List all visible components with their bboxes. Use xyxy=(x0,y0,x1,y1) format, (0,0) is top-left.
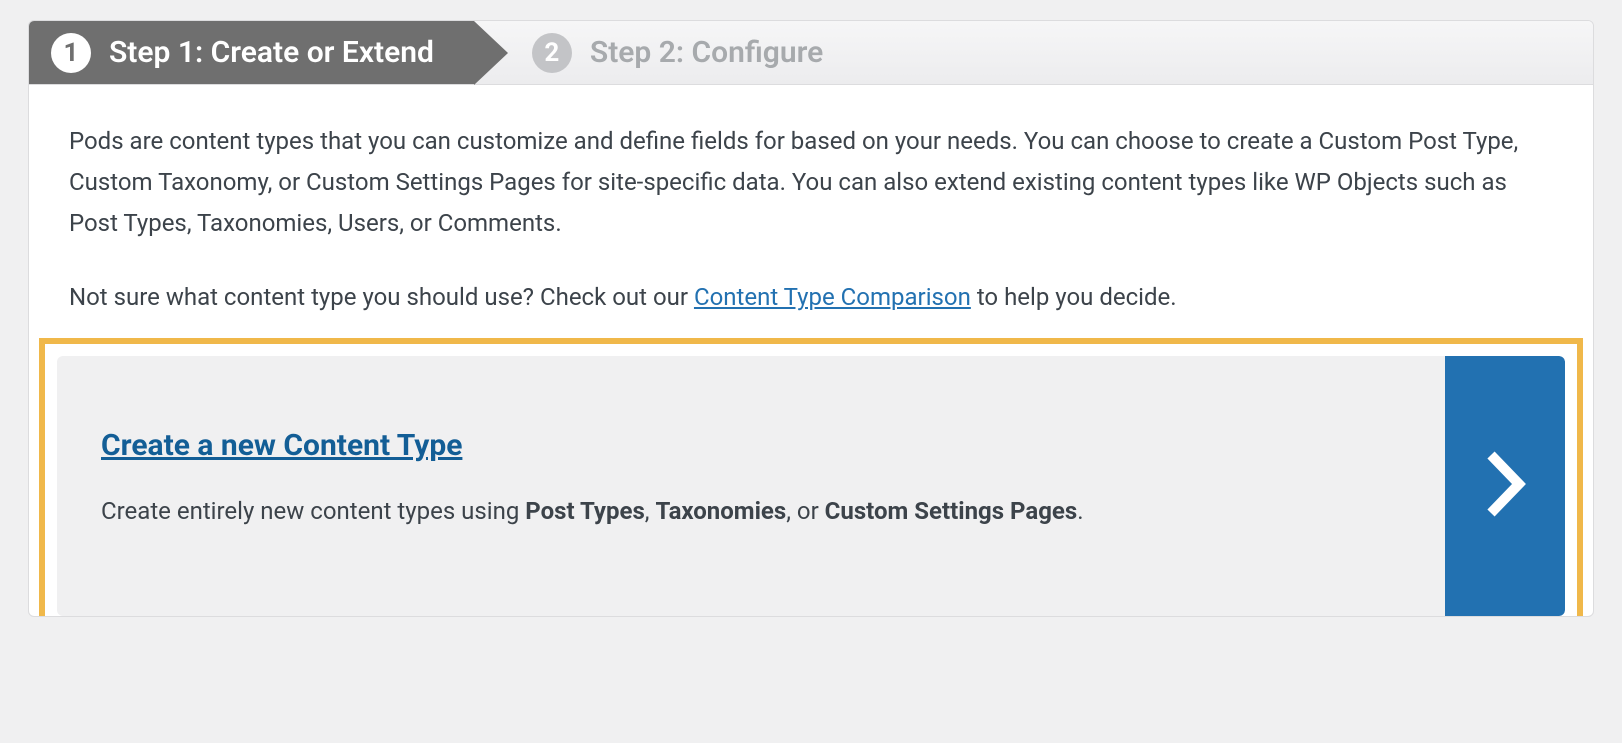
desc-bold-settings-pages: Custom Settings Pages xyxy=(825,497,1078,525)
option-title: Create a new Content Type xyxy=(101,428,1401,463)
intro-p2-before: Not sure what content type you should us… xyxy=(69,283,694,311)
desc-before: Create entirely new content types using xyxy=(101,497,525,525)
desc-bold-taxonomies: Taxonomies xyxy=(655,497,786,525)
desc-sep2: , or xyxy=(786,497,824,525)
intro-paragraph-1: Pods are content types that you can cust… xyxy=(69,121,1553,243)
option-text-area: Create a new Content Type Create entirel… xyxy=(57,356,1445,616)
step-1-tab[interactable]: 1 Step 1: Create or Extend xyxy=(29,21,474,84)
intro-paragraph-2: Not sure what content type you should us… xyxy=(69,277,1553,318)
step-2-number-badge: 2 xyxy=(532,33,572,73)
desc-after: . xyxy=(1077,497,1083,525)
step-1-number-badge: 1 xyxy=(51,33,91,73)
wizard-steps-header: 1 Step 1: Create or Extend 2 Step 2: Con… xyxy=(29,21,1593,85)
step-2-tab[interactable]: 2 Step 2: Configure xyxy=(474,21,1593,84)
step-2-label: Step 2: Configure xyxy=(590,35,823,70)
intro-text-block: Pods are content types that you can cust… xyxy=(29,85,1593,338)
content-type-comparison-link[interactable]: Content Type Comparison xyxy=(694,283,971,311)
desc-sep1: , xyxy=(645,497,656,525)
step-1-label: Step 1: Create or Extend xyxy=(109,35,434,70)
option-description: Create entirely new content types using … xyxy=(101,493,1401,529)
desc-bold-post-types: Post Types xyxy=(525,497,644,525)
wizard-panel: 1 Step 1: Create or Extend 2 Step 2: Con… xyxy=(28,20,1594,617)
highlighted-option-frame: Create a new Content Type Create entirel… xyxy=(39,338,1583,616)
create-content-type-link[interactable]: Create a new Content Type xyxy=(101,428,462,463)
intro-p2-after: to help you decide. xyxy=(971,283,1177,311)
chevron-right-icon xyxy=(1483,449,1527,523)
option-arrow-button[interactable] xyxy=(1445,356,1565,616)
create-content-type-card[interactable]: Create a new Content Type Create entirel… xyxy=(57,356,1565,616)
